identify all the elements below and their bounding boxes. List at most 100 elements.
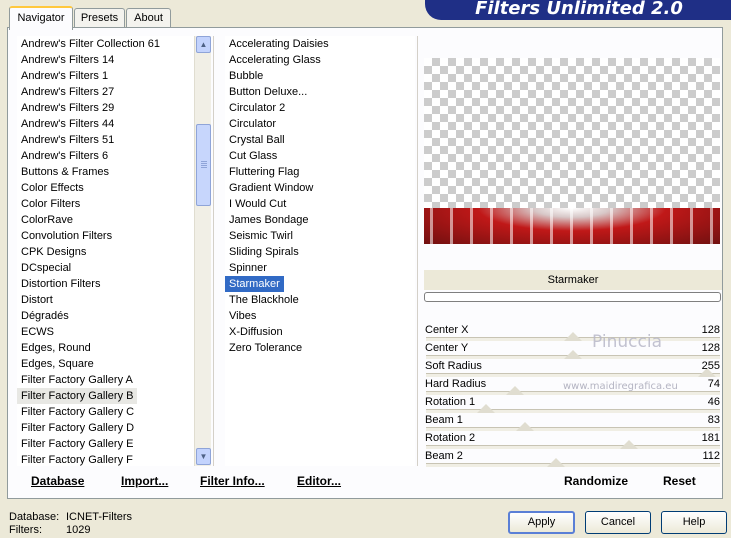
category-item[interactable]: Andrew's Filter Collection 61 [17,36,194,52]
param-slider-center-y[interactable]: Center Y 128 [424,341,722,359]
scroll-up-button[interactable]: ▲ [196,36,211,53]
category-item[interactable]: Buttons & Frames [17,164,194,180]
category-item[interactable]: Distortion Filters [17,276,194,292]
category-item[interactable]: Color Effects [17,180,194,196]
category-item[interactable]: ColorRave [17,212,194,228]
category-item[interactable]: Filter Factory Gallery E [17,436,194,452]
slider-track[interactable] [426,463,720,467]
param-value: 181 [701,432,720,444]
category-item[interactable]: Andrew's Filters 1 [17,68,194,84]
param-value: 255 [701,360,720,372]
param-slider-rotation-2[interactable]: Rotation 2 181 [424,431,722,449]
tab-about[interactable]: About [126,8,171,28]
plugin-name-bar: Starmaker [424,270,722,290]
param-value: 83 [707,414,720,426]
filter-item[interactable]: Spinner [225,260,415,276]
param-slider-center-x[interactable]: Center X 128 [424,323,722,341]
category-list[interactable]: Andrew's Filter Collection 61 Andrew's Fi… [17,36,194,466]
database-button[interactable]: Database [31,474,84,488]
filter-item[interactable]: Seismic Twirl [225,228,415,244]
param-label: Center Y [425,342,469,354]
filter-item[interactable]: Zero Tolerance [225,340,415,356]
filter-item[interactable]: The Blackhole [225,292,415,308]
param-label: Beam 2 [425,450,463,462]
watermark-url: www.maidiregrafica.eu [563,381,678,392]
filter-item[interactable]: Crystal Ball [225,132,415,148]
category-item[interactable]: Filter Factory Gallery C [17,404,194,420]
param-slider-beam-2[interactable]: Beam 2 112 [424,449,722,467]
database-label: Database: [9,511,60,523]
category-item[interactable]: Andrew's Filters 6 [17,148,194,164]
param-slider-soft-radius[interactable]: Soft Radius 255 [424,359,722,377]
randomize-button[interactable]: Randomize [564,474,628,488]
category-item[interactable]: Dégradés [17,308,194,324]
category-item[interactable]: DCspecial [17,260,194,276]
apply-button[interactable]: Apply [508,511,575,534]
filter-item[interactable]: James Bondage [225,212,415,228]
category-item[interactable]: Convolution Filters [17,228,194,244]
category-item[interactable]: Edges, Round [17,340,194,356]
category-item[interactable]: ECWS [17,324,194,340]
category-item[interactable]: Andrew's Filters 27 [17,84,194,100]
help-button[interactable]: Help [661,511,727,534]
reset-button[interactable]: Reset [663,474,696,488]
import-button[interactable]: Import... [121,474,168,488]
slider-knob[interactable] [546,458,565,467]
tab-navigator[interactable]: Navigator [9,6,73,30]
preview-starburst [424,208,720,244]
category-item[interactable]: Andrew's Filters 14 [17,52,194,68]
tab-presets[interactable]: Presets [74,8,125,28]
filter-item[interactable]: X-Diffusion [225,324,415,340]
param-label: Soft Radius [425,360,482,372]
banner-title: Filters Unlimited 2.0 [475,0,683,19]
param-value: 46 [707,396,720,408]
param-label: Beam 1 [425,414,463,426]
slider-knob[interactable] [506,386,525,395]
param-label: Rotation 1 [425,396,476,408]
filter-item[interactable]: Fluttering Flag [225,164,415,180]
category-item[interactable]: Distort [17,292,194,308]
category-item[interactable]: CPK Designs [17,244,194,260]
category-item[interactable]: Edges, Square [17,356,194,372]
param-value: 112 [702,450,720,462]
cancel-button[interactable]: Cancel [585,511,651,534]
slider-knob[interactable] [515,422,534,431]
filter-item[interactable]: Cut Glass [225,148,415,164]
slider-knob[interactable] [476,404,495,413]
filter-item[interactable]: Accelerating Daisies [225,36,415,52]
filter-item[interactable]: I Would Cut [225,196,415,212]
category-item[interactable]: Color Filters [17,196,194,212]
filter-list[interactable]: Accelerating Daisies Accelerating Glass Bu… [225,36,415,466]
filter-item[interactable]: Circulator 2 [225,100,415,116]
param-label: Center X [425,324,469,336]
category-scrollbar[interactable]: ▲ ▼ [194,36,211,466]
param-slider-beam-1[interactable]: Beam 1 83 [424,413,722,431]
filter-item[interactable]: Sliding Spirals [225,244,415,260]
slider-knob[interactable] [619,440,638,449]
category-item[interactable]: Filter Factory Gallery D [17,420,194,436]
category-item[interactable]: Filter Factory Gallery F [17,452,194,466]
category-item[interactable]: Andrew's Filters 29 [17,100,194,116]
param-label: Hard Radius [425,378,487,390]
category-item[interactable]: Filter Factory Gallery A [17,372,194,388]
filter-item[interactable]: Starmaker [225,276,284,292]
filters-label: Filters: [9,524,42,536]
param-slider-rotation-1[interactable]: Rotation 1 46 [424,395,722,413]
filter-info-button[interactable]: Filter Info... [200,474,265,488]
filter-item[interactable]: Button Deluxe... [225,84,415,100]
param-value: 74 [707,378,720,390]
slider-knob[interactable] [563,350,582,359]
filter-item[interactable]: Circulator [225,116,415,132]
filter-item[interactable]: Gradient Window [225,180,415,196]
scroll-thumb[interactable] [196,124,211,206]
category-item[interactable]: Andrew's Filters 44 [17,116,194,132]
slider-knob[interactable] [563,332,582,341]
category-item[interactable]: Andrew's Filters 51 [17,132,194,148]
filter-item[interactable]: Vibes [225,308,415,324]
editor-button[interactable]: Editor... [297,474,341,488]
filter-item[interactable]: Accelerating Glass [225,52,415,68]
category-item[interactable]: Filter Factory Gallery B [17,388,138,404]
scroll-down-button[interactable]: ▼ [196,448,211,465]
filter-item[interactable]: Bubble [225,68,415,84]
param-value: 128 [701,342,720,354]
